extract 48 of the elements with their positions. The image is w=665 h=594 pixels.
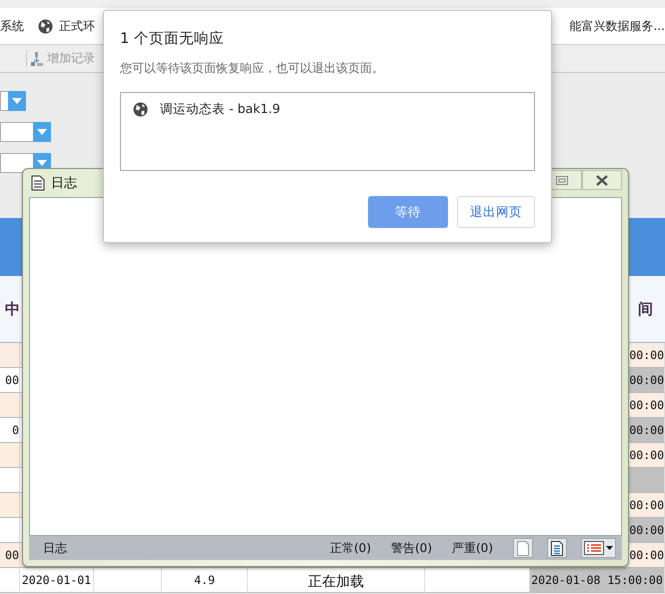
list-page-button[interactable] <box>547 538 567 558</box>
close-button[interactable] <box>582 170 622 190</box>
dropdown-button[interactable] <box>8 91 26 111</box>
table-cell <box>0 393 20 418</box>
caret-icon <box>37 160 47 166</box>
caret-icon <box>37 129 47 135</box>
bookmark-link[interactable]: 能富兴数据服务... <box>570 18 665 34</box>
dropdown-field[interactable] <box>0 153 33 173</box>
table-cell <box>0 343 20 368</box>
status-count: 正常(0) <box>330 540 371 556</box>
caret-icon <box>606 546 613 550</box>
dropdown-button[interactable] <box>33 122 51 142</box>
dialog-title: 1 个页面无响应 <box>120 30 225 48</box>
table-cell <box>0 493 20 518</box>
bookmark-link[interactable]: 正式环 <box>38 18 95 34</box>
window-title: 日志 <box>51 175 77 192</box>
table-cell: 0 <box>0 418 20 443</box>
add-record-icon <box>31 52 43 66</box>
list-icon <box>584 541 604 555</box>
dialog-message: 您可以等待该页面恢复响应，也可以退出该页面。 <box>120 60 385 77</box>
table-cell: 2020-01-08 15:00:00 <box>530 568 665 593</box>
document-icon <box>31 175 45 191</box>
table-cell: 2020-01-01 <box>20 568 94 593</box>
status-count: 警告(0) <box>391 540 432 556</box>
table-cell <box>0 518 20 543</box>
dropdown-field[interactable] <box>0 91 8 111</box>
table-cell: 00 <box>0 543 20 568</box>
table-cell <box>0 568 20 593</box>
close-icon <box>595 174 609 186</box>
bookmark-link[interactable]: 系统 <box>0 18 24 34</box>
table-cell <box>0 468 20 493</box>
table-cell: 4.9 <box>162 568 248 593</box>
blank-page-button[interactable] <box>513 538 533 558</box>
status-label: 日志 <box>43 540 67 556</box>
page-title: 调运动态表 - bak1.9 <box>160 101 280 118</box>
globe-icon <box>133 102 148 117</box>
table-cell: 00 <box>0 368 20 393</box>
table-cell <box>94 568 162 593</box>
caret-icon <box>12 98 22 104</box>
restore-icon <box>556 176 568 184</box>
dropdown-field[interactable] <box>0 122 33 142</box>
table-cell <box>0 443 20 468</box>
loading-status: 正在加载 <box>308 573 364 591</box>
column-header: 中 <box>0 276 20 343</box>
exit-page-button[interactable]: 退出网页 <box>457 196 535 228</box>
view-menu-button[interactable] <box>581 538 616 558</box>
status-count: 严重(0) <box>452 540 493 556</box>
document-icon <box>551 540 563 556</box>
